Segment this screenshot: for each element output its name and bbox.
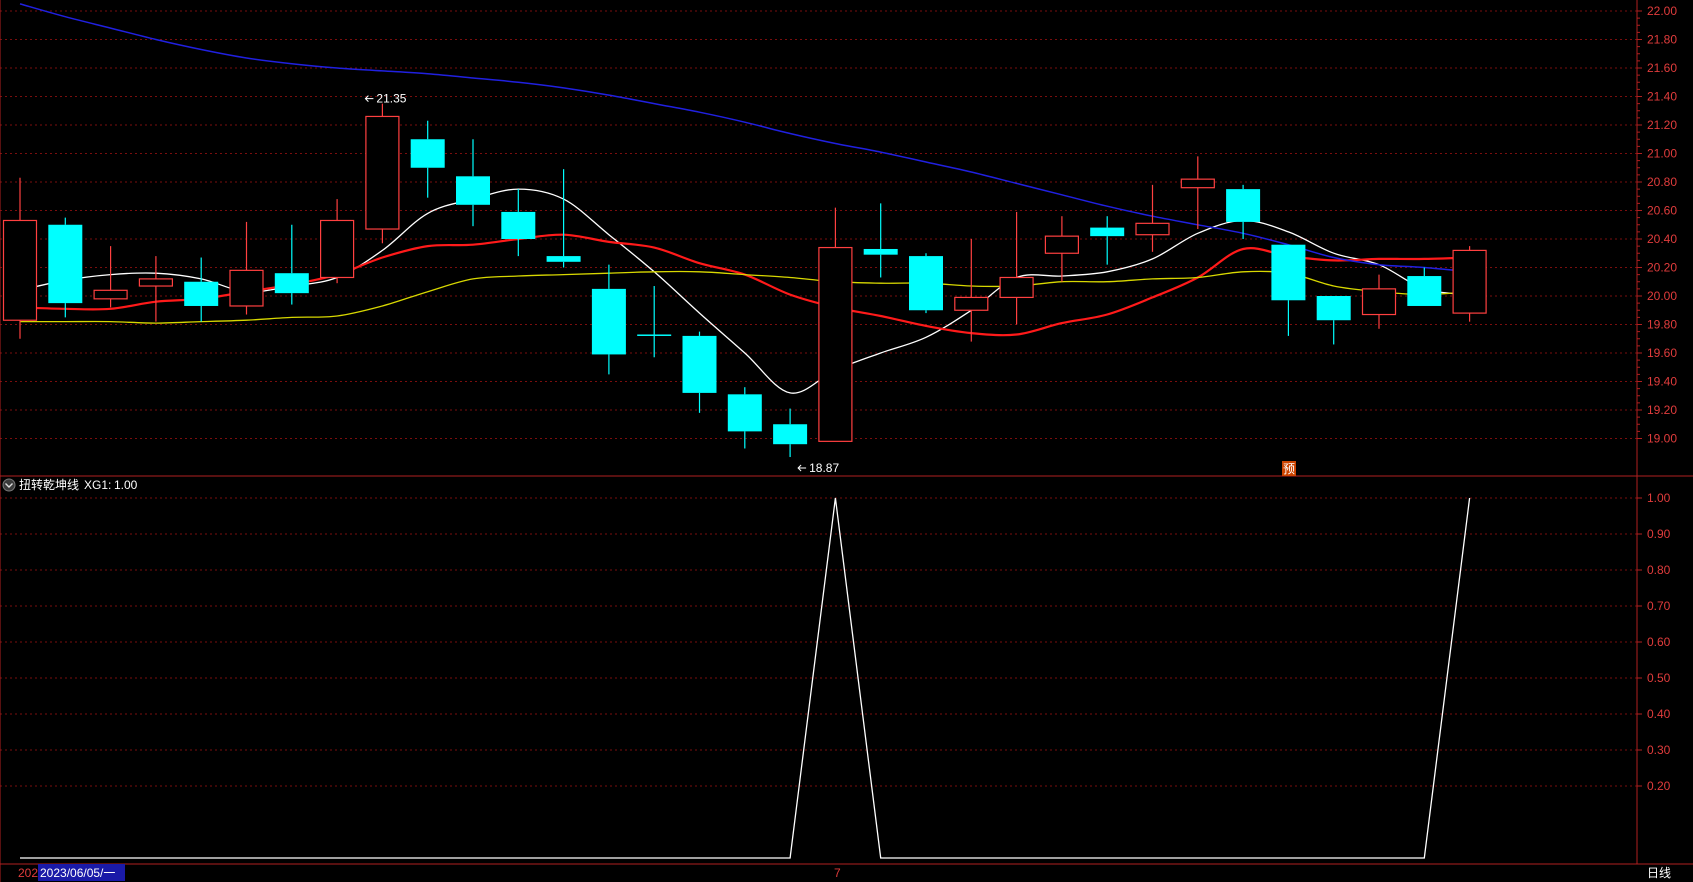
candle bbox=[365, 103, 400, 244]
collapse-icon[interactable] bbox=[2, 478, 16, 492]
candle-body-down bbox=[546, 256, 581, 262]
indicator-header[interactable]: 扭转乾坤线 XG1: 1.00 bbox=[2, 477, 138, 492]
candle bbox=[909, 253, 943, 314]
candle-body-down bbox=[1226, 189, 1261, 222]
candle-body-up bbox=[818, 246, 853, 442]
indicator-y-tick-label: 0.50 bbox=[1647, 671, 1671, 685]
candle-body-up bbox=[365, 115, 400, 230]
candle-body-down bbox=[909, 256, 943, 311]
candle bbox=[48, 217, 83, 318]
y-tick-label: 20.80 bbox=[1647, 175, 1677, 189]
indicator-y-tick-label: 0.40 bbox=[1647, 707, 1671, 721]
candle bbox=[1452, 246, 1487, 322]
candle-body-down bbox=[637, 334, 672, 336]
indicator-y-tick-label: 0.60 bbox=[1647, 635, 1671, 649]
candle-body-up bbox=[229, 269, 264, 307]
indicator-y-tick-label: 0.90 bbox=[1647, 527, 1671, 541]
period-button[interactable]: 日线 bbox=[1647, 866, 1671, 880]
candle-body-down bbox=[727, 394, 762, 432]
candle-body-down bbox=[274, 273, 309, 294]
y-tick-label: 20.20 bbox=[1647, 261, 1677, 275]
stock-chart[interactable]: 21.35 18.87 22.00 21.80 21.60 21.40 21.20 21.0… bbox=[0, 0, 1693, 882]
indicator-y-tick-label: 0.20 bbox=[1647, 779, 1671, 793]
candle-body-down bbox=[1271, 244, 1306, 301]
candle-body-down bbox=[863, 248, 898, 255]
indicator-name: 扭转乾坤线 bbox=[19, 477, 79, 492]
indicator-y-tick-label: 0.30 bbox=[1647, 743, 1671, 757]
candle-body-up bbox=[999, 276, 1034, 299]
candle-body-down bbox=[591, 288, 626, 355]
indicator-y-tick-label: 1.00 bbox=[1647, 491, 1671, 505]
y-tick-label: 20.60 bbox=[1647, 204, 1677, 218]
bottom-left-label: 202 bbox=[18, 866, 38, 880]
forecast-badge[interactable]: 预 bbox=[1282, 461, 1296, 476]
candle-body-down bbox=[773, 424, 808, 445]
candle-body-up bbox=[93, 289, 128, 300]
bottom-mid-label: 7 bbox=[834, 866, 841, 880]
candle-body-up bbox=[954, 296, 989, 311]
y-tick-label: 20.40 bbox=[1647, 232, 1677, 246]
y-tick-label: 21.60 bbox=[1647, 61, 1677, 75]
y-tick-label: 21.40 bbox=[1647, 90, 1677, 104]
candle-body-down bbox=[1090, 227, 1125, 237]
annotation-label: 21.35 bbox=[376, 92, 406, 106]
y-tick-label: 19.20 bbox=[1647, 403, 1677, 417]
candle-body-up bbox=[320, 219, 355, 279]
candle-body-up bbox=[2, 219, 38, 321]
candle-body-up bbox=[138, 278, 173, 287]
candle-body-down bbox=[184, 281, 219, 306]
y-tick-label: 21.00 bbox=[1647, 147, 1677, 161]
y-tick-label: 19.40 bbox=[1647, 375, 1677, 389]
y-tick-label: 19.60 bbox=[1647, 346, 1677, 360]
y-tick-label: 19.00 bbox=[1647, 432, 1677, 446]
candle-body-down bbox=[501, 211, 536, 239]
candle-body-down bbox=[456, 176, 490, 205]
candle-body-up bbox=[1044, 235, 1080, 254]
y-tick-label: 22.00 bbox=[1647, 4, 1677, 18]
candle-body-down bbox=[682, 335, 717, 393]
candle-body-up bbox=[1135, 222, 1170, 236]
candle-body-down bbox=[410, 139, 445, 168]
indicator-y-tick-label: 0.70 bbox=[1647, 599, 1671, 613]
y-tick-label: 21.80 bbox=[1647, 33, 1677, 47]
indicator-y-tick-label: 0.80 bbox=[1647, 563, 1671, 577]
y-tick-label: 21.20 bbox=[1647, 118, 1677, 132]
annotation-label: 18.87 bbox=[809, 461, 839, 475]
candle-body-up bbox=[1361, 288, 1397, 316]
candle-body-down bbox=[1407, 276, 1442, 306]
candle-body-up bbox=[1452, 249, 1487, 314]
indicator-current-value: 1.00 bbox=[114, 478, 138, 492]
cursor-date-label: 2023/06/05/一 bbox=[40, 866, 115, 880]
y-tick-label: 20.00 bbox=[1647, 289, 1677, 303]
forecast-badge-label: 预 bbox=[1283, 462, 1295, 476]
y-tick-label: 19.80 bbox=[1647, 318, 1677, 332]
indicator-series-label: XG1: bbox=[84, 478, 111, 492]
candle-body-down bbox=[48, 224, 83, 304]
candle-body-up bbox=[1180, 178, 1215, 189]
candle-body-down bbox=[1316, 296, 1351, 321]
period-button-label[interactable]: 日线 bbox=[1647, 866, 1671, 880]
